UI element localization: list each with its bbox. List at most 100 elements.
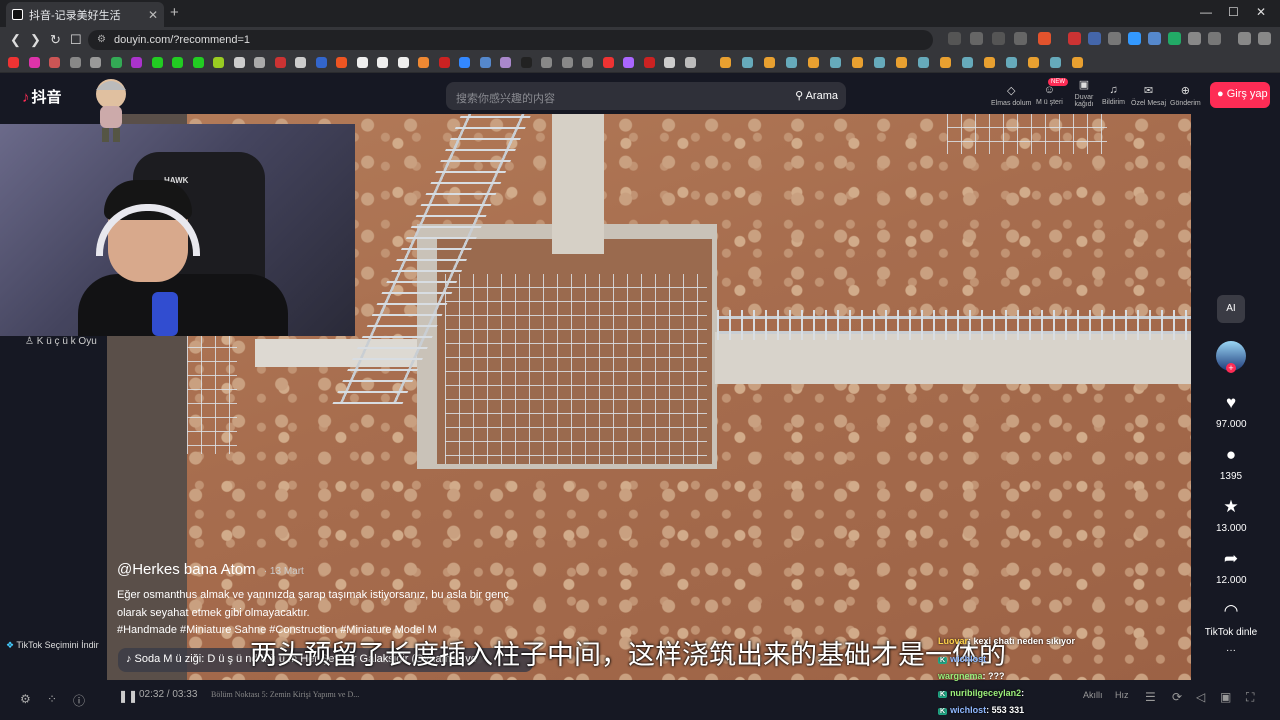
bookmark-favicon-icon[interactable] [28,57,40,68]
pip-icon[interactable]: ▣ [1220,690,1231,704]
bookmark-favicon-icon[interactable] [151,57,163,68]
bookmark-icon[interactable]: ☐ [70,32,82,48]
close-window-icon[interactable]: ✕ [1256,5,1266,19]
bookmark-favicon-icon[interactable] [336,57,347,68]
cast-icon[interactable] [992,32,1005,45]
bookmark-favicon-icon[interactable] [377,57,388,68]
bookmark-favicon-icon[interactable] [664,57,675,68]
bookmark-favicon-icon[interactable] [720,57,731,68]
help-icon[interactable]: ⓘ [73,692,85,709]
browser-tab[interactable]: 抖音-记录美好生活 ✕ [6,2,164,27]
bookmark-favicon-icon[interactable] [418,57,429,68]
brave-shield-icon[interactable] [1038,32,1051,45]
bookmark-favicon-icon[interactable] [213,57,224,68]
more-button[interactable]: ··· [1216,645,1246,656]
bookmark-favicon-icon[interactable] [192,57,204,68]
tiktok-listen-button[interactable]: ◠ TikTok dinle [1196,601,1266,638]
bookmark-favicon-icon[interactable] [602,57,614,68]
bookmark-favicon-icon[interactable] [1072,57,1083,68]
bookmark-favicon-icon[interactable] [110,57,122,68]
bookmark-favicon-icon[interactable] [786,57,797,68]
pause-icon[interactable]: ❚❚ [118,689,138,703]
extension-icon[interactable] [1148,32,1161,45]
nav-ozel-mesaj[interactable]: ✉ Özel Mesaj [1131,84,1166,107]
new-tab-button[interactable]: + [170,4,179,21]
grid-icon[interactable]: ⁘ [47,692,57,706]
bookmark-favicon-icon[interactable] [541,57,552,68]
bookmark-favicon-icon[interactable] [561,57,573,68]
ai-button[interactable]: AI [1217,295,1245,323]
bookmark-favicon-icon[interactable] [896,57,907,68]
favorite-button[interactable]: ★ 13.000 [1216,497,1247,534]
url-field[interactable]: ⚙ douyin.com/?recommend=1 [88,30,933,50]
share-button[interactable]: ➦ 12.000 [1216,549,1247,586]
quality-button[interactable]: Akıllı [1083,690,1103,700]
bookmark-favicon-icon[interactable] [479,57,491,68]
volume-icon[interactable]: ◁ [1196,690,1205,704]
bookmark-favicon-icon[interactable] [852,57,863,68]
bookmark-favicon-icon[interactable] [274,57,286,68]
search-button[interactable]: ⚲ Arama [791,86,842,106]
extension-icon[interactable] [948,32,961,45]
extension-icon[interactable] [1128,32,1141,45]
bookmark-favicon-icon[interactable] [500,57,511,68]
maximize-icon[interactable]: ☐ [1228,5,1239,19]
bookmark-favicon-icon[interactable] [356,57,368,68]
forward-icon[interactable]: ❯ [30,32,41,48]
loop-icon[interactable]: ⟳ [1172,690,1182,704]
minimize-icon[interactable]: — [1200,5,1212,19]
chapter-label[interactable]: Bölüm Noktası 5: Zemin Kirişi Yapımı ve … [211,690,359,699]
sidebar-toggle-icon[interactable] [1208,32,1221,45]
bookmark-favicon-icon[interactable] [90,57,101,68]
comment-button[interactable]: ● 1395 [1216,445,1246,482]
reload-icon[interactable]: ↻ [50,32,61,48]
bookmark-favicon-icon[interactable] [830,57,841,68]
bookmark-favicon-icon[interactable] [1006,57,1017,68]
douyin-logo[interactable]: ♪ 抖音 [22,86,62,107]
bookmark-favicon-icon[interactable] [233,57,245,68]
tab-close-icon[interactable]: ✕ [148,8,158,22]
bookmark-favicon-icon[interactable] [254,57,265,68]
sidebar-item-kucuk-oyun[interactable]: ♙ K ü ç ü k Oyu [25,336,97,347]
settings-icon[interactable]: ⚙ [20,692,31,706]
translate-icon[interactable] [970,32,983,45]
media-icon[interactable] [1238,32,1251,45]
bookmark-favicon-icon[interactable] [459,57,470,68]
site-info-icon[interactable]: ⚙ [97,34,106,45]
bookmark-favicon-icon[interactable] [520,57,532,68]
bookmark-favicon-icon[interactable] [940,57,951,68]
bookmark-favicon-icon[interactable] [315,57,327,68]
bookmark-favicon-icon[interactable] [643,57,655,68]
bookmark-favicon-icon[interactable] [1028,57,1039,68]
back-icon[interactable]: ❮ [10,32,21,48]
bookmark-favicon-icon[interactable] [49,57,60,68]
playlist-icon[interactable]: ☰ [1145,690,1156,704]
bookmark-favicon-icon[interactable] [684,57,696,68]
bookmark-favicon-icon[interactable] [131,57,142,68]
share-icon[interactable] [1014,32,1027,45]
nav-elmas-dolum[interactable]: ◇ Elmas dolum [991,84,1031,107]
tiktok-selection-download[interactable]: ❖ TikTok Seçimini İndir [6,640,101,651]
extension-icon[interactable] [1088,32,1101,45]
nav-musteri[interactable]: ☺ M ü şteri [1036,84,1063,106]
bookmark-favicon-icon[interactable] [918,57,929,68]
nav-bildirim[interactable]: ♫ Bildirim [1102,84,1125,106]
bookmark-favicon-icon[interactable] [764,57,775,68]
bookmark-favicon-icon[interactable] [8,57,19,68]
bookmark-favicon-icon[interactable] [962,57,973,68]
bookmark-favicon-icon[interactable] [984,57,995,68]
like-button[interactable]: ♥ 97.000 [1216,393,1247,430]
bookmark-favicon-icon[interactable] [295,57,306,68]
bookmark-favicon-icon[interactable] [397,57,409,68]
bookmark-favicon-icon[interactable] [582,57,593,68]
bookmark-favicon-icon[interactable] [69,57,81,68]
bookmark-favicon-icon[interactable] [742,57,753,68]
bookmark-favicon-icon[interactable] [172,57,183,68]
login-button[interactable]: ● Girş yap [1210,82,1270,108]
extensions-puzzle-icon[interactable] [1188,32,1201,45]
author-name[interactable]: @Herkes bana Atom [117,561,256,578]
speed-button[interactable]: Hız [1115,690,1129,700]
extension-icon[interactable] [1068,32,1081,45]
extension-icon[interactable] [1168,32,1181,45]
extension-icon[interactable] [1108,32,1121,45]
